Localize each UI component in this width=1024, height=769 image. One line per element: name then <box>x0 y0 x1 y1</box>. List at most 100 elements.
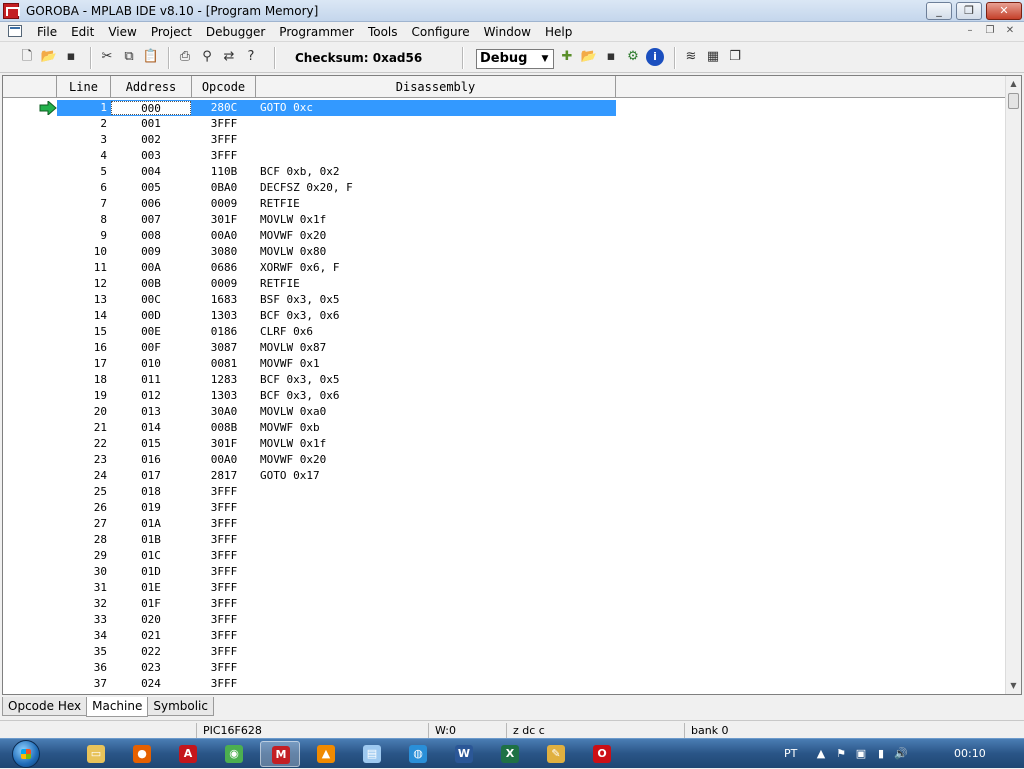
table-row[interactable]: 27 01A 3FFF <box>3 516 1007 532</box>
table-row[interactable]: 30 01D 3FFF <box>3 564 1007 580</box>
vertical-scrollbar[interactable]: ▲ ▼ <box>1005 76 1021 694</box>
taskbar-firefox[interactable]: ● <box>122 741 162 767</box>
table-row[interactable]: 2 001 3FFF <box>3 116 1007 132</box>
layer-icon[interactable]: ≋ <box>682 48 700 66</box>
restore-button[interactable]: ❐ <box>956 2 982 20</box>
table-row[interactable]: 31 01E 3FFF <box>3 580 1007 596</box>
scroll-thumb[interactable] <box>1008 93 1019 109</box>
menu-help[interactable]: Help <box>538 25 579 39</box>
table-row[interactable]: 37 024 3FFF <box>3 676 1007 692</box>
taskbar-explorer[interactable]: ▭ <box>76 741 116 767</box>
table-row[interactable]: 10 009 3080 MOVLW 0x80 <box>3 244 1007 260</box>
table-row[interactable]: 23 016 00A0 MOVWF 0x20 <box>3 452 1007 468</box>
table-row[interactable]: 32 01F 3FFF <box>3 596 1007 612</box>
table-row[interactable]: 4 003 3FFF <box>3 148 1007 164</box>
mdi-minimize-button[interactable]: – <box>962 25 978 39</box>
menu-project[interactable]: Project <box>144 25 199 39</box>
menu-file[interactable]: File <box>30 25 64 39</box>
table-row[interactable]: 12 00B 0009 RETFIE <box>3 276 1007 292</box>
table-row[interactable]: 26 019 3FFF <box>3 500 1007 516</box>
taskbar-vlc[interactable]: ▲ <box>306 741 346 767</box>
menu-debugger[interactable]: Debugger <box>199 25 272 39</box>
table-row[interactable]: 33 020 3FFF <box>3 612 1007 628</box>
table-row[interactable]: 17 010 0081 MOVWF 0x1 <box>3 356 1007 372</box>
table-row[interactable]: 7 006 0009 RETFIE <box>3 196 1007 212</box>
paste-icon[interactable]: 📋 <box>142 48 160 66</box>
show-hidden-icons-icon[interactable]: ▲ <box>814 747 828 761</box>
tab-opcode-hex[interactable]: Opcode Hex <box>2 697 88 716</box>
project-settings-icon[interactable]: ⚙ <box>624 48 642 66</box>
action-center-flag-icon[interactable]: ⚑ <box>834 747 848 761</box>
device-icon[interactable]: ▣ <box>854 747 868 761</box>
copy-icon[interactable]: ⧉ <box>120 48 138 66</box>
taskbar-acrobat[interactable]: A <box>168 741 208 767</box>
cut-icon[interactable]: ✂ <box>98 48 116 66</box>
menu-window[interactable]: Window <box>477 25 538 39</box>
table-row[interactable]: 36 023 3FFF <box>3 660 1007 676</box>
close-button[interactable]: ✕ <box>986 2 1022 20</box>
minimize-button[interactable]: _ <box>926 2 952 20</box>
table-row[interactable]: 1 000 280C GOTO 0xc <box>3 100 1007 116</box>
table-row[interactable]: 28 01B 3FFF <box>3 532 1007 548</box>
menu-programmer[interactable]: Programmer <box>272 25 361 39</box>
table-row[interactable]: 6 005 0BA0 DECFSZ 0x20, F <box>3 180 1007 196</box>
taskbar-excel[interactable]: X <box>490 741 530 767</box>
table-row[interactable]: 15 00E 0186 CLRF 0x6 <box>3 324 1007 340</box>
help-icon[interactable]: ? <box>242 48 260 66</box>
tab-machine[interactable]: Machine <box>86 697 149 717</box>
table-row[interactable]: 3 002 3FFF <box>3 132 1007 148</box>
table-row[interactable]: 29 01C 3FFF <box>3 548 1007 564</box>
menu-edit[interactable]: Edit <box>64 25 101 39</box>
save-icon[interactable]: ▪ <box>62 48 80 66</box>
replace-icon[interactable]: ⇄ <box>220 48 238 66</box>
table-row[interactable]: 5 004 110B BCF 0xb, 0x2 <box>3 164 1007 180</box>
mdi-close-button[interactable]: ✕ <box>1002 25 1018 39</box>
language-indicator[interactable]: PT <box>784 747 797 760</box>
header-opcode[interactable]: Opcode <box>192 76 256 98</box>
window-icon[interactable]: ❐ <box>726 48 744 66</box>
taskbar-network[interactable]: ◍ <box>398 741 438 767</box>
start-button[interactable] <box>8 739 46 769</box>
table-row[interactable]: 13 00C 1683 BSF 0x3, 0x5 <box>3 292 1007 308</box>
print-icon[interactable]: ⎙ <box>176 48 194 66</box>
table-row[interactable]: 11 00A 0686 XORWF 0x6, F <box>3 260 1007 276</box>
volume-icon[interactable]: 🔊 <box>894 747 908 761</box>
table-row[interactable]: 9 008 00A0 MOVWF 0x20 <box>3 228 1007 244</box>
new-file-icon[interactable]: 🗋 <box>18 48 36 66</box>
menu-tools[interactable]: Tools <box>361 25 405 39</box>
scroll-up-icon[interactable]: ▲ <box>1006 76 1021 92</box>
mplab-app-icon[interactable] <box>3 3 20 19</box>
clock[interactable]: 00:10 <box>954 747 986 760</box>
table-row[interactable]: 18 011 1283 BCF 0x3, 0x5 <box>3 372 1007 388</box>
table-row[interactable]: 16 00F 3087 MOVLW 0x87 <box>3 340 1007 356</box>
table-row[interactable]: 34 021 3FFF <box>3 628 1007 644</box>
table-row[interactable]: 24 017 2817 GOTO 0x17 <box>3 468 1007 484</box>
header-address[interactable]: Address <box>111 76 192 98</box>
taskbar-opera[interactable]: O <box>582 741 622 767</box>
table-row[interactable]: 20 013 30A0 MOVLW 0xa0 <box>3 404 1007 420</box>
table-row[interactable]: 25 018 3FFF <box>3 484 1007 500</box>
find-icon[interactable]: ⚲ <box>198 48 216 66</box>
table-row[interactable]: 14 00D 1303 BCF 0x3, 0x6 <box>3 308 1007 324</box>
open-project-icon[interactable]: 📂 <box>580 48 598 66</box>
info-icon[interactable]: i <box>646 48 664 66</box>
save-project-icon[interactable]: ▪ <box>602 48 620 66</box>
scroll-down-icon[interactable]: ▼ <box>1006 678 1021 694</box>
header-line[interactable]: Line <box>57 76 111 98</box>
table-row[interactable]: 21 014 008B MOVWF 0xb <box>3 420 1007 436</box>
table-row[interactable]: 8 007 301F MOVLW 0x1f <box>3 212 1007 228</box>
grid-icon[interactable]: ▦ <box>704 48 722 66</box>
new-project-icon[interactable]: ✚ <box>558 48 576 66</box>
header-disassembly[interactable]: Disassembly <box>256 76 616 98</box>
mdi-restore-button[interactable]: ❐ <box>982 25 998 39</box>
table-row[interactable]: 35 022 3FFF <box>3 644 1007 660</box>
document-system-menu-icon[interactable] <box>8 25 22 37</box>
open-folder-icon[interactable]: 📂 <box>40 48 58 66</box>
build-mode-select[interactable]: Debug ▼ <box>476 49 554 69</box>
table-row[interactable]: 19 012 1303 BCF 0x3, 0x6 <box>3 388 1007 404</box>
menu-configure[interactable]: Configure <box>405 25 477 39</box>
network-signal-icon[interactable]: ▮ <box>874 747 888 761</box>
taskbar-mplab[interactable]: M <box>260 741 300 767</box>
table-row[interactable]: 22 015 301F MOVLW 0x1f <box>3 436 1007 452</box>
taskbar-word[interactable]: W <box>444 741 484 767</box>
